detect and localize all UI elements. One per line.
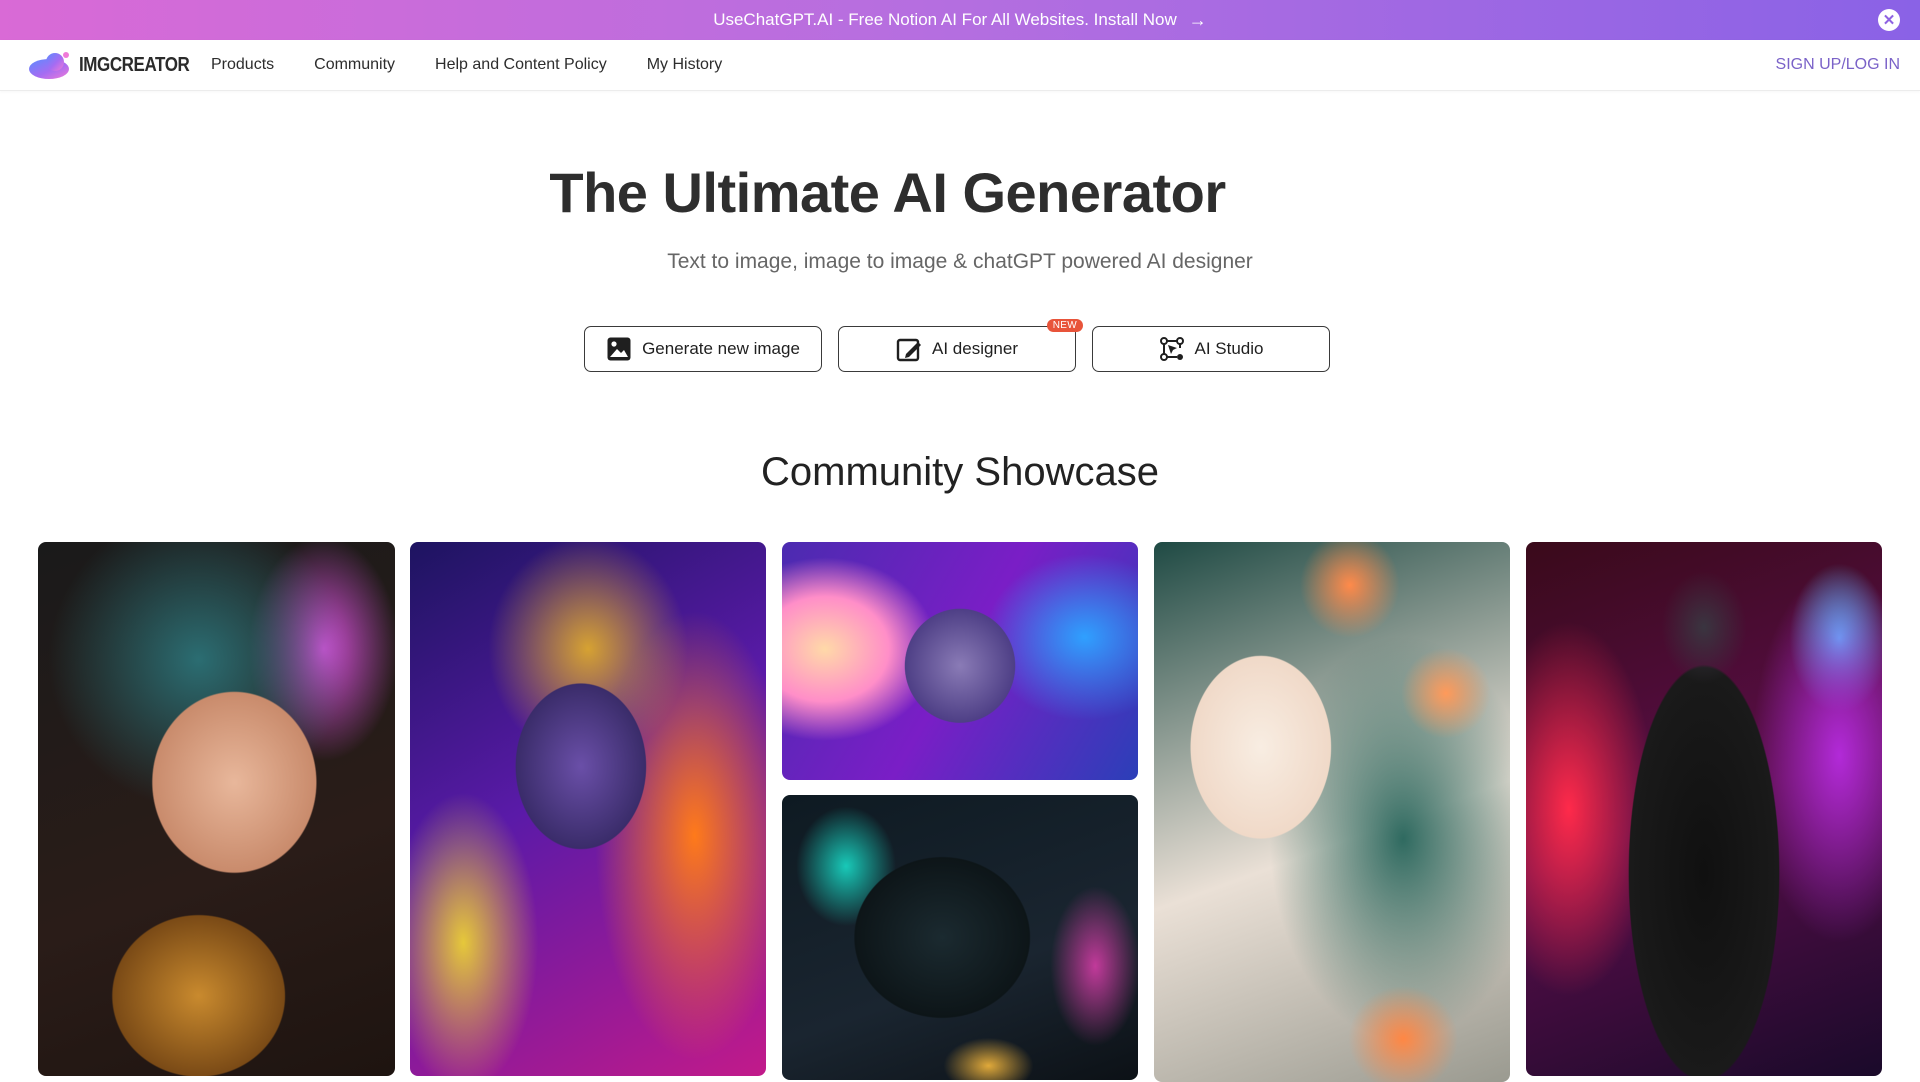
showcase-image-armored-warrior[interactable] [410, 542, 766, 1076]
promo-link[interactable]: UseChatGPT.AI - Free Notion AI For All W… [713, 10, 1207, 31]
ai-designer-label: AI designer [932, 339, 1018, 358]
studio-icon [1159, 336, 1185, 362]
nav-links: Products Community Help and Content Poli… [211, 40, 762, 90]
nav-products[interactable]: Products [211, 56, 274, 74]
close-icon[interactable]: ✕ [1878, 9, 1900, 31]
hero-subtitle: Text to image, image to image & chatGPT … [667, 250, 1253, 273]
cta-row: Generate new image AI designer NEW AI St… [584, 319, 1330, 372]
showcase-image-cyberpunk-dog[interactable] [782, 795, 1138, 1080]
logo[interactable]: IMGCREATOR [27, 50, 209, 80]
nav-help-content-policy[interactable]: Help and Content Policy [435, 56, 607, 74]
nav-my-history[interactable]: My History [647, 56, 723, 74]
hero-title: The Ultimate AI Generator [549, 161, 1226, 224]
promo-banner: UseChatGPT.AI - Free Notion AI For All W… [0, 0, 1920, 40]
generate-new-image-button[interactable]: Generate new image [584, 326, 822, 372]
showcase-image-floral-anime-girl[interactable] [1154, 542, 1510, 1082]
designer-icon [896, 336, 922, 362]
nav-community[interactable]: Community [314, 56, 395, 74]
top-nav: IMGCREATOR Products Community Help and C… [0, 40, 1920, 91]
ai-studio-label: AI Studio [1194, 339, 1264, 358]
ai-designer-button[interactable]: AI designer NEW [838, 319, 1083, 372]
signup-login-link[interactable]: SIGN UP/LOG IN [1776, 56, 1900, 74]
new-badge: NEW [1046, 319, 1083, 332]
showcase-image-neon-portrait[interactable] [782, 542, 1138, 780]
logo-icon [27, 50, 73, 80]
showcase-image-feathered-woman[interactable] [38, 542, 395, 1076]
logo-text: IMGCREATOR [79, 53, 190, 76]
community-showcase-title: Community Showcase [761, 450, 1159, 494]
generate-new-image-label: Generate new image [642, 339, 800, 358]
image-icon [606, 336, 632, 362]
arrow-right-icon: → [1188, 9, 1207, 30]
promo-text: UseChatGPT.AI - Free Notion AI For All W… [713, 10, 1177, 29]
showcase-image-lightning-woman[interactable] [1526, 542, 1882, 1076]
ai-studio-button[interactable]: AI Studio [1092, 326, 1330, 372]
